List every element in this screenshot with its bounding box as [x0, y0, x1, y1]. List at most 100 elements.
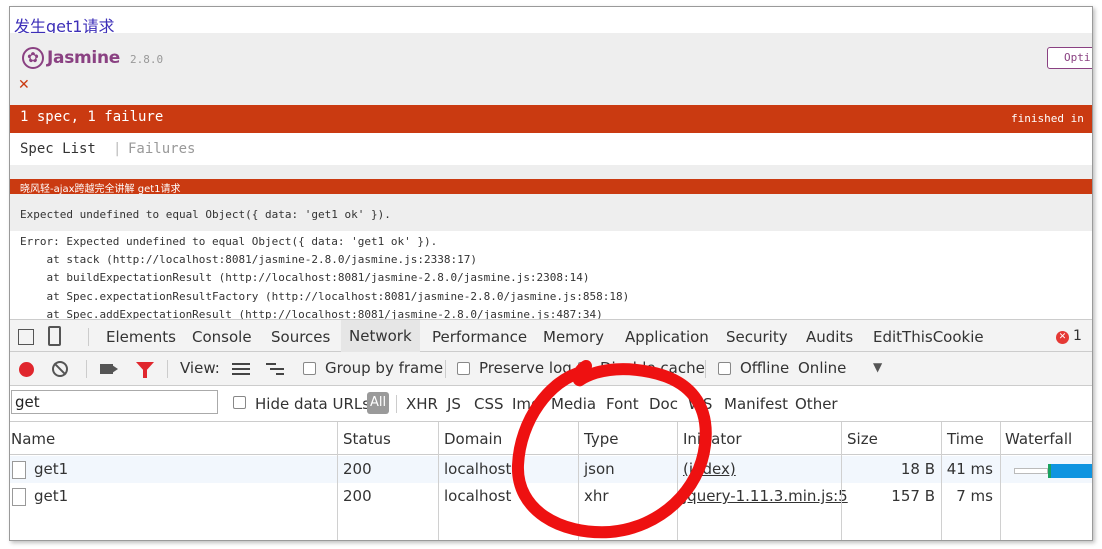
- offline-checkbox[interactable]: [718, 362, 731, 375]
- tab-elements[interactable]: Elements: [106, 328, 176, 346]
- failure-x-icon: ✕: [18, 77, 30, 93]
- tab-security[interactable]: Security: [726, 328, 788, 346]
- expectation-message: Expected undefined to equal Object({ dat…: [10, 194, 1092, 231]
- type-filter-xhr[interactable]: XHR: [406, 395, 438, 413]
- row-name: get1: [34, 460, 69, 478]
- offline-label: Offline: [740, 359, 790, 377]
- type-filter-ws[interactable]: WS: [688, 395, 712, 413]
- stack-trace: Error: Expected undefined to equal Objec…: [10, 231, 1092, 321]
- column-initiator[interactable]: Initiator: [683, 430, 742, 448]
- tab-network[interactable]: Network: [341, 320, 420, 352]
- jasmine-version: 2.8.0: [130, 53, 164, 66]
- group-by-frame-checkbox[interactable]: [303, 362, 316, 375]
- error-icon: ✕: [1056, 331, 1069, 344]
- spec-list-row: Spec List | Failures: [10, 133, 1092, 165]
- column-domain[interactable]: Domain: [444, 430, 502, 448]
- row-time: 7 ms: [956, 487, 993, 505]
- row-time: 41 ms: [946, 460, 993, 478]
- tab-divider: [88, 328, 89, 346]
- failed-suite-title[interactable]: 晓风轻-ajax跨越完全讲解 get1请求: [10, 179, 1092, 195]
- tab-audits[interactable]: Audits: [806, 328, 853, 346]
- failure-summary-text: 1 spec, 1 failure: [20, 109, 164, 125]
- jasmine-header: ✿ Jasmine 2.8.0 ✕ Opti: [10, 33, 1092, 105]
- disable-cache-checkbox[interactable]: [578, 359, 591, 375]
- column-divider: [578, 422, 579, 540]
- document-icon: [12, 461, 26, 479]
- row-size: 157 B: [891, 487, 935, 505]
- jasmine-logo-text: Jasmine: [47, 48, 120, 68]
- tab-editthiscookie[interactable]: EditThisCookie: [873, 328, 984, 346]
- options-button[interactable]: Opti: [1047, 47, 1092, 69]
- failure-summary-bar: 1 spec, 1 failure finished in: [10, 105, 1092, 133]
- jasmine-flower-icon: ✿: [22, 47, 44, 69]
- spec-separator: |: [113, 141, 122, 157]
- tab-console[interactable]: Console: [192, 328, 252, 346]
- type-filter-img[interactable]: Img: [512, 395, 541, 413]
- filter-icon[interactable]: [136, 362, 154, 378]
- spec-list-link[interactable]: Spec List: [20, 141, 96, 157]
- column-time[interactable]: Time: [947, 430, 984, 448]
- column-name[interactable]: Name: [11, 430, 55, 448]
- waterfall-download: [1051, 464, 1092, 478]
- row-initiator-link[interactable]: (index): [683, 460, 736, 478]
- column-divider: [438, 422, 439, 540]
- failures-link[interactable]: Failures: [128, 141, 195, 157]
- waterfall-stalled: [1014, 468, 1048, 474]
- row-domain: localhost: [444, 487, 512, 505]
- type-filter-all[interactable]: All: [367, 392, 389, 414]
- row-initiator-link[interactable]: jquery-1.11.3.min.js:5: [683, 487, 848, 505]
- row-status: 200: [343, 460, 372, 478]
- preserve-log-label: Preserve log: [479, 359, 572, 377]
- tab-sources[interactable]: Sources: [271, 328, 330, 346]
- type-filter-font[interactable]: Font: [606, 395, 639, 413]
- column-divider: [941, 422, 942, 540]
- table-row[interactable]: get1 200 localhost json (index) 18 B 41 …: [10, 456, 1092, 483]
- preserve-log-checkbox[interactable]: [457, 362, 470, 375]
- throttling-select[interactable]: Online: [798, 359, 846, 377]
- type-filter-other[interactable]: Other: [795, 395, 838, 413]
- trace-line: at Spec.expectationResultFactory (http:/…: [20, 289, 630, 303]
- row-type: xhr: [584, 487, 609, 505]
- devtools-tabbar: Elements Console Sources Network Perform…: [10, 319, 1092, 352]
- type-filter-media[interactable]: Media: [551, 395, 596, 413]
- view-label: View:: [180, 359, 220, 377]
- overview-icon[interactable]: [266, 363, 284, 375]
- column-divider: [1000, 422, 1001, 540]
- column-waterfall[interactable]: Waterfall: [1005, 430, 1072, 448]
- column-divider: [841, 422, 842, 540]
- filter-bar: Hide data URLs All XHR JS CSS Img Media …: [10, 386, 1092, 422]
- trace-line: Error: Expected undefined to equal Objec…: [20, 235, 438, 248]
- trace-line: at stack (http://localhost:8081/jasmine-…: [20, 253, 477, 267]
- type-filter-js[interactable]: JS: [447, 395, 461, 413]
- type-filter-doc[interactable]: Doc: [649, 395, 678, 413]
- tab-performance[interactable]: Performance: [432, 328, 527, 346]
- type-filter-css[interactable]: CSS: [474, 395, 504, 413]
- screenshot-frame: 发生get1请求 ✿ Jasmine 2.8.0 ✕ Opti 1 spec, …: [9, 6, 1093, 541]
- finished-in-text: finished in: [1011, 112, 1084, 125]
- toolbar-divider: [86, 360, 87, 378]
- tab-application[interactable]: Application: [625, 328, 709, 346]
- inspect-element-icon[interactable]: [18, 329, 34, 345]
- screenshot-camera-icon[interactable]: [100, 364, 118, 374]
- tab-memory[interactable]: Memory: [543, 328, 604, 346]
- filter-divider: [396, 395, 397, 413]
- large-rows-icon[interactable]: [232, 363, 250, 375]
- hide-data-urls-checkbox[interactable]: [233, 396, 246, 409]
- clear-icon[interactable]: [52, 361, 68, 377]
- row-domain: localhost: [444, 460, 512, 478]
- type-filter-manifest[interactable]: Manifest: [724, 395, 788, 413]
- error-counter[interactable]: ✕ 1: [1056, 328, 1082, 344]
- document-icon: [12, 488, 26, 506]
- record-icon[interactable]: [19, 362, 34, 377]
- chevron-down-icon[interactable]: ▼: [873, 360, 882, 374]
- devtools-panel: Elements Console Sources Network Perform…: [10, 319, 1092, 540]
- column-type[interactable]: Type: [584, 430, 618, 448]
- row-name: get1: [34, 487, 69, 505]
- column-status[interactable]: Status: [343, 430, 391, 448]
- device-toolbar-icon[interactable]: [48, 326, 61, 346]
- column-size[interactable]: Size: [847, 430, 878, 448]
- table-row[interactable]: get1 200 localhost xhr jquery-1.11.3.min…: [10, 483, 1092, 510]
- filter-input[interactable]: [11, 390, 218, 414]
- row-type: json: [584, 460, 615, 478]
- table-header: Name Status Domain Type Initiator Size T…: [10, 422, 1092, 455]
